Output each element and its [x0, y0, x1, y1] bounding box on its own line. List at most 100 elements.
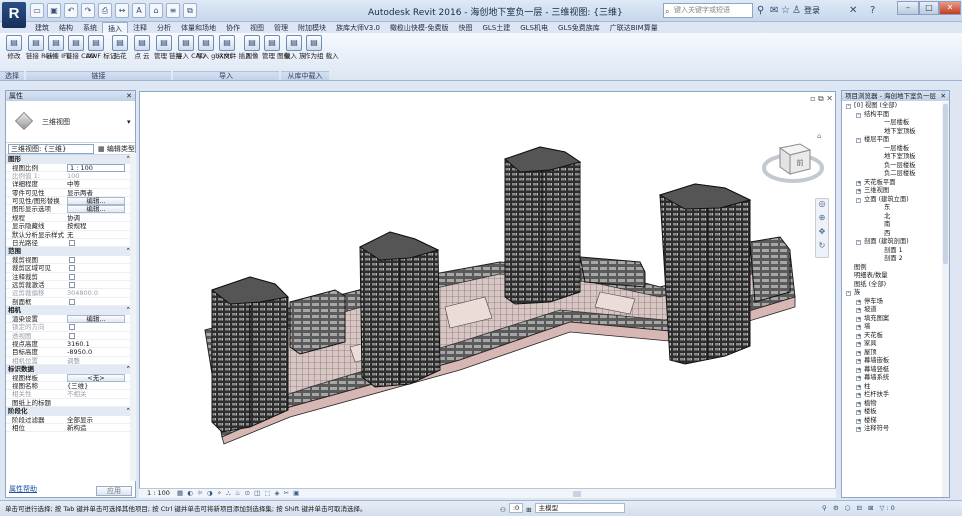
expand-icon[interactable]: + [856, 376, 861, 381]
expand-icon[interactable]: + [856, 333, 861, 339]
help-icon[interactable]: ? [870, 3, 875, 18]
measure-icon[interactable]: ↔ [115, 3, 129, 18]
browser-tree-item[interactable]: + 注释符号 [842, 425, 943, 434]
ribbon-button-7[interactable]: ▤ 管理 链接 [154, 35, 182, 60]
browser-tree-item[interactable]: + 幕墙系统 [842, 374, 943, 383]
expand-icon[interactable]: + [856, 299, 861, 305]
ribbon-button-10[interactable]: ▤ 从文件 插入 [217, 35, 252, 60]
browser-tree-item[interactable]: 图例 [842, 264, 943, 273]
browser-tree-item[interactable]: + 天花板 [842, 332, 943, 341]
browser-tree-item[interactable]: - [0] 视图 (全部) [842, 102, 943, 111]
thin-lines-icon[interactable]: ≡ [166, 3, 180, 18]
favorites-icon[interactable]: ☆ [781, 3, 790, 18]
collapse-icon[interactable]: - [856, 112, 861, 118]
panel-link[interactable]: 链接 [26, 71, 171, 80]
panel-load-from-library[interactable]: 从库中载入 [281, 71, 329, 80]
ribbon-button-13[interactable]: ▤ 载入 族 [284, 35, 306, 60]
browser-tree-item[interactable]: + 栏杆扶手 [842, 391, 943, 400]
steering-wheel-icon[interactable]: ◎ [816, 199, 828, 213]
chevron-down-icon[interactable]: ▾ [127, 118, 131, 126]
viewcube[interactable]: 前 ⌂ [762, 132, 824, 188]
browser-tree-item[interactable]: 负一层楼板 [842, 162, 943, 171]
collapse-icon[interactable]: - [846, 291, 851, 296]
browser-tree-item[interactable]: + 停车场 [842, 298, 943, 307]
property-checkbox[interactable] [69, 273, 75, 280]
browser-tree-item[interactable]: 地下室顶板 [842, 128, 943, 137]
close-view-icon[interactable]: ✕ [826, 94, 833, 103]
property-group-header[interactable]: 阶段化 ⌃ [6, 407, 135, 416]
browser-scrollbar[interactable] [942, 102, 949, 497]
apply-button[interactable]: 应用 [96, 486, 132, 496]
property-group-header[interactable]: 标识数据 ⌃ [6, 365, 135, 374]
undo-icon[interactable]: ↶ [64, 3, 78, 18]
browser-tree-item[interactable]: -族 [842, 289, 943, 298]
expand-icon[interactable]: + [856, 393, 861, 398]
close-icon[interactable]: ✕ [940, 91, 946, 101]
browser-tree-item[interactable]: + 楼梯 [842, 417, 943, 426]
browser-tree-item[interactable]: + 家具 [842, 340, 943, 349]
browser-tree-item[interactable]: + 墙 [842, 323, 943, 332]
browser-tree-item[interactable]: - 楼层平面 [842, 136, 943, 145]
expand-icon[interactable]: + [856, 308, 861, 313]
expand-icon[interactable]: + [856, 325, 861, 330]
expand-icon[interactable]: + [856, 316, 861, 322]
expand-icon[interactable]: + [856, 410, 861, 415]
property-checkbox[interactable] [69, 240, 75, 247]
property-edit-button[interactable]: 编辑... [67, 314, 125, 323]
browser-tree-item[interactable]: 明细表/数量 [842, 272, 943, 281]
switch-windows-icon[interactable]: ⧉ [183, 3, 197, 18]
property-group-header[interactable]: 范围 ⌃ [6, 247, 135, 256]
browser-tree-item[interactable]: 南 [842, 221, 943, 230]
ribbon-button-9[interactable]: ▤ 导入 gbXML [196, 35, 233, 60]
property-checkbox[interactable] [69, 265, 75, 272]
browser-tree-item[interactable]: 图纸 (全部) [842, 281, 943, 290]
ribbon-button-2[interactable]: ▤ 链接 IFC [46, 35, 71, 60]
orbit-icon[interactable]: ↻ [816, 241, 828, 255]
ribbon-button-8[interactable]: ▤ 导入 CAD [176, 35, 205, 60]
browser-tree-item[interactable]: 一层楼板 [842, 119, 943, 128]
collapse-icon[interactable]: - [856, 197, 861, 203]
instance-filter-select[interactable]: 三维视图: {三维} [8, 144, 94, 154]
3d-viewport[interactable]: ▫ ⧉ ✕ 前 ⌂ ◎ ⊕ ✥ ↻ [139, 91, 836, 498]
property-checkbox[interactable] [69, 256, 75, 263]
browser-tree-item[interactable]: - 剖面 (建筑剖面) [842, 238, 943, 247]
expand-icon[interactable]: + [856, 401, 861, 407]
properties-scrollbar[interactable] [130, 153, 136, 481]
browser-tree-item[interactable]: + 幕墙嵌板 [842, 357, 943, 366]
property-group-header[interactable]: 相机 ⌃ [6, 306, 135, 315]
close-button[interactable]: ✕ [939, 1, 961, 15]
browser-tree-item[interactable]: + 三维视图 [842, 187, 943, 196]
ribbon-button-12[interactable]: ▤ 管理 图像 [262, 35, 290, 60]
expand-icon[interactable]: + [856, 367, 861, 373]
selection-filter-icons[interactable]: ⚲ ⚙ ⬡ ⊟ ⊠ ▽:0 [822, 501, 897, 515]
subscription-icon[interactable]: ✉ [770, 3, 778, 18]
browser-tree-item[interactable]: + 植物 [842, 400, 943, 409]
worksharing-icon[interactable]: ⚇ [500, 503, 506, 516]
expand-icon[interactable]: + [856, 418, 861, 424]
browser-tree-item[interactable]: 东 [842, 204, 943, 213]
restore-view-icon[interactable]: ⧉ [818, 94, 824, 103]
save-icon[interactable]: ▣ [47, 3, 61, 18]
browser-tree-item[interactable]: + 天花板平面 [842, 179, 943, 188]
tag-icon[interactable]: A [132, 3, 146, 18]
login-link[interactable]: 登录 [804, 5, 820, 16]
ribbon-button-11[interactable]: ▤ 图像 [242, 35, 262, 60]
expand-icon[interactable]: + [856, 342, 861, 347]
zoom-icon[interactable]: ⊕ [816, 213, 828, 227]
expand-icon[interactable]: + [856, 350, 861, 356]
ribbon-button-6[interactable]: ▤ 点 云 [132, 35, 152, 60]
ribbon-button-3[interactable]: ▤ 链接 CAD [66, 35, 95, 60]
properties-help-link[interactable]: 属性帮助 [9, 484, 37, 494]
type-preview[interactable]: 三维视图 ▾ [6, 101, 135, 143]
model-selector[interactable]: 主模型 [534, 503, 625, 513]
ribbon-button-1[interactable]: ▤ 链接 Revit [26, 35, 58, 60]
view-scale[interactable]: 1 : 100 [147, 489, 170, 498]
browser-tree-item[interactable]: - 立面 (建筑立面) [842, 196, 943, 205]
browser-tree-item[interactable]: + 柱 [842, 383, 943, 392]
minimize-button[interactable]: – [897, 1, 919, 15]
expand-icon[interactable]: + [856, 189, 861, 194]
collapse-icon[interactable]: - [846, 104, 851, 109]
browser-tree-item[interactable]: 西 [842, 230, 943, 239]
print-icon[interactable]: ⎙ [98, 3, 112, 18]
browser-tree-item[interactable]: + 坡道 [842, 306, 943, 315]
